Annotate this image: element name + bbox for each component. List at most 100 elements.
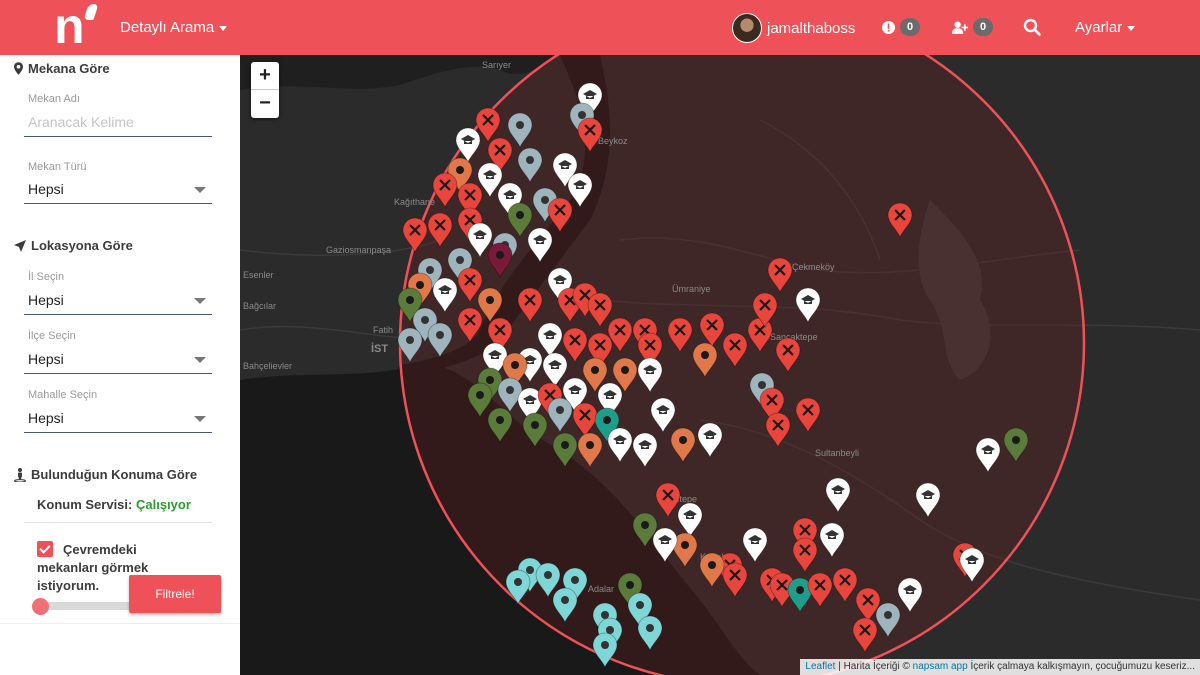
venue-type-icon — [1012, 436, 1020, 444]
venue-type-icon — [556, 406, 564, 414]
district-value: Hepsi — [28, 351, 64, 367]
venue-section-label: Mekana Göre — [28, 61, 110, 76]
map-view[interactable]: Sarıyer Beykoz Kağıthane Gaziosmanpaşa E… — [240, 55, 1200, 675]
venue-name-input[interactable]: Aranacak Kelime — [28, 114, 134, 130]
user-profile-link[interactable]: jamalthaboss — [732, 13, 855, 43]
map-label: Gaziosmanpaşa — [326, 245, 391, 255]
venue-type-icon — [641, 521, 649, 529]
venue-type-icon — [456, 256, 464, 264]
neighborhood-value: Hepsi — [28, 410, 64, 426]
napsam-link[interactable]: napsam app — [913, 661, 968, 672]
search-icon — [1023, 18, 1041, 36]
venue-type-icon — [636, 601, 644, 609]
map-marker-icon — [14, 62, 23, 75]
venue-type-icon — [884, 611, 892, 619]
venue-type-icon — [486, 376, 494, 384]
venue-type-icon — [526, 566, 534, 574]
venue-type-icon — [679, 436, 687, 444]
map-label: Ümraniye — [672, 284, 711, 294]
current-location-section-title: Bulunduğun Konuma Göre — [14, 467, 197, 482]
friend-requests-button[interactable]: 0 — [952, 18, 993, 36]
venue-type-icon — [561, 596, 569, 604]
settings-label: Ayarlar — [1075, 19, 1123, 36]
venue-section-title: Mekana Göre — [14, 61, 110, 76]
venue-type-icon — [496, 416, 504, 424]
alerts-button[interactable]: 0 — [882, 18, 920, 36]
attribution-text: İçerik çalmaya kalkışmayın, çocuğumuzu k… — [967, 661, 1195, 672]
caret-down-icon — [1127, 25, 1136, 31]
user-plus-icon — [952, 21, 968, 34]
venue-name-label: Mekan Adı — [28, 93, 80, 105]
venue-type-icon — [541, 196, 549, 204]
map-canvas: Sarıyer Beykoz Kağıthane Gaziosmanpaşa E… — [240, 55, 1200, 675]
filter-button[interactable]: Filtrele! — [129, 575, 221, 613]
venue-type-icon — [591, 366, 599, 374]
map-label: Adalar — [588, 584, 614, 594]
district-label: İlçe Seçin — [28, 330, 76, 342]
venue-type-icon — [421, 316, 429, 324]
avatar — [732, 13, 762, 43]
venue-type-icon — [603, 416, 611, 424]
map-label: Bahçelievler — [243, 361, 292, 371]
app-logo[interactable]: n — [52, 0, 102, 54]
venue-type-icon — [506, 386, 514, 394]
venue-type-icon — [416, 281, 424, 289]
venue-type-icon — [571, 576, 579, 584]
map-label: Esenler — [243, 270, 274, 280]
neighborhood-select[interactable]: Hepsi — [24, 405, 212, 433]
nearby-checkbox[interactable] — [37, 541, 53, 557]
zoom-in-button[interactable]: + — [251, 62, 279, 90]
location-section-title: Lokasyona Göre — [14, 238, 133, 253]
chevron-down-icon — [194, 298, 206, 304]
venue-type-icon — [426, 266, 434, 274]
venue-type-icon — [516, 121, 524, 129]
venue-type-select[interactable]: Hepsi — [24, 176, 212, 204]
venue-type-icon — [646, 624, 654, 632]
city-select[interactable]: Hepsi — [24, 287, 212, 315]
chevron-down-icon — [194, 416, 206, 422]
map-attribution: Leaflet | Harita İçeriği © napsam app İç… — [800, 659, 1200, 675]
top-navbar: n Detaylı Arama jamalthaboss 0 0 Ayarlar — [0, 0, 1200, 55]
venue-type-icon — [586, 441, 594, 449]
venue-type-icon — [708, 561, 716, 569]
zoom-control: + − — [251, 62, 279, 118]
venue-type-icon — [578, 111, 586, 119]
venue-type-value: Hepsi — [28, 181, 64, 197]
venue-type-icon — [601, 641, 609, 649]
username: jamalthaboss — [767, 19, 856, 37]
venue-type-icon — [526, 156, 534, 164]
exclamation-circle-icon — [882, 20, 895, 34]
venue-type-icon — [796, 586, 804, 594]
caret-down-icon — [219, 25, 228, 31]
map-label: Sultanbeyli — [815, 448, 859, 458]
detailed-search-dropdown[interactable]: Detaylı Arama — [120, 19, 228, 36]
divider — [24, 522, 212, 523]
venue-type-label: Mekan Türü — [28, 161, 87, 173]
venue-type-icon — [406, 336, 414, 344]
venue-name-underline — [24, 136, 212, 137]
current-location-section-label: Bulunduğun Konuma Göre — [31, 467, 198, 482]
leaflet-link[interactable]: Leaflet — [805, 661, 835, 672]
location-section-label: Lokasyona Göre — [31, 238, 133, 253]
location-service-label: Konum Servisi: — [37, 497, 133, 512]
sidebar-footer — [0, 623, 240, 675]
detailed-search-label: Detaylı Arama — [120, 19, 215, 36]
map-label: Çekmeköy — [792, 262, 835, 272]
venue-type-icon — [544, 571, 552, 579]
venue-type-icon — [758, 381, 766, 389]
city-label: İl Seçin — [28, 271, 65, 283]
venue-type-icon — [496, 251, 504, 259]
venue-type-icon — [436, 331, 444, 339]
settings-dropdown[interactable]: Ayarlar — [1075, 19, 1136, 36]
zoom-out-button[interactable]: − — [251, 90, 279, 118]
venue-type-icon — [621, 366, 629, 374]
radius-slider-handle[interactable] — [32, 598, 49, 615]
map-label: Beykoz — [598, 136, 628, 146]
map-label: Fatih — [373, 325, 393, 335]
city-value: Hepsi — [28, 292, 64, 308]
search-button[interactable] — [1023, 18, 1043, 38]
chevron-down-icon — [194, 357, 206, 363]
location-service-value: Çalışıyor — [135, 497, 191, 512]
district-select[interactable]: Hepsi — [24, 346, 212, 374]
venue-type-icon — [406, 296, 414, 304]
